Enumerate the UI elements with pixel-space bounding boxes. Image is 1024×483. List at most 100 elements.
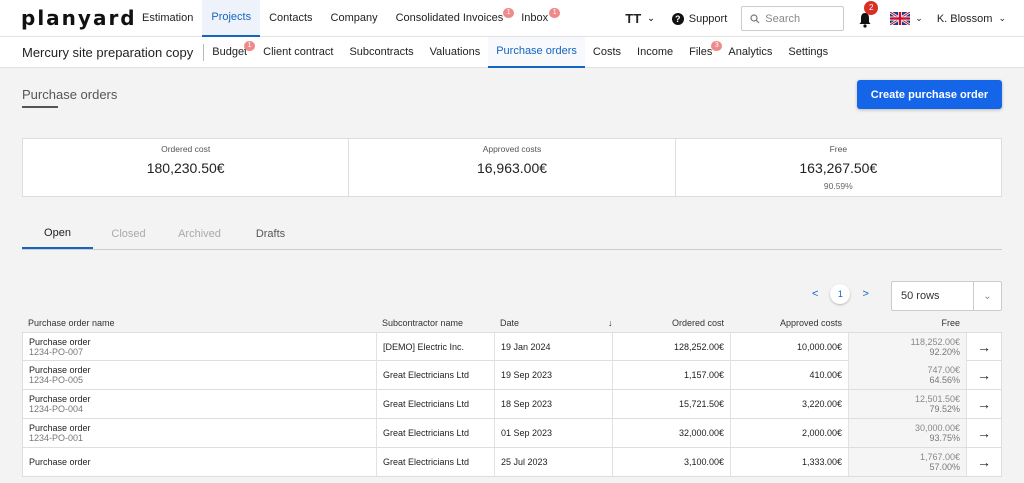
support-link[interactable]: ? Support xyxy=(671,12,728,25)
nav-label: Estimation xyxy=(142,12,194,24)
pagination: < 1 > xyxy=(812,284,869,304)
cell-date: 25 Jul 2023 xyxy=(495,448,613,476)
nav-company[interactable]: Company xyxy=(322,0,387,37)
cell-ordered: 128,252.00€ xyxy=(613,333,731,361)
po-code: 1234-PO-007 xyxy=(29,347,84,357)
free-percent: 79.52% xyxy=(929,404,960,414)
nav-estimation[interactable]: Estimation xyxy=(133,0,202,37)
col-ordered[interactable]: Ordered cost xyxy=(612,318,724,328)
free-percent: 93.75% xyxy=(929,433,960,443)
tab-open[interactable]: Open xyxy=(22,218,93,249)
cell-ordered: 3,100.00€ xyxy=(613,448,731,476)
col-free[interactable]: Free xyxy=(848,318,960,328)
prev-page-button[interactable]: < xyxy=(812,288,818,300)
po-name: Purchase order xyxy=(29,457,91,467)
summary-panel: Ordered cost 180,230.50€ Approved costs … xyxy=(22,138,1002,197)
tab-archived[interactable]: Archived xyxy=(164,218,235,249)
summary-approved: Approved costs 16,963.00€ xyxy=(349,139,676,196)
arrow-right-icon[interactable]: → xyxy=(967,333,1001,361)
next-page-button[interactable]: > xyxy=(862,288,868,300)
tab-analytics[interactable]: Analytics xyxy=(720,37,780,68)
title-underline xyxy=(22,106,58,108)
table-row[interactable]: Purchase order 1234-PO-005 Great Electric… xyxy=(22,361,1002,390)
nav-label: Consolidated Invoices xyxy=(395,12,504,24)
free-percent: 92.20% xyxy=(929,347,960,357)
table-body: Purchase order 1234-PO-007 [DEMO] Electri… xyxy=(22,332,1002,477)
search-input[interactable]: Search xyxy=(741,6,845,31)
cell-ordered: 32,000.00€ xyxy=(613,419,731,447)
col-approved[interactable]: Approved costs xyxy=(730,318,842,328)
cell-subcontractor: Great Electricians Ltd xyxy=(377,390,495,418)
chevron-down-icon: ⌄ xyxy=(998,13,1006,23)
tab-drafts[interactable]: Drafts xyxy=(235,218,306,249)
arrow-right-icon[interactable]: → xyxy=(967,448,1001,476)
chevron-down-icon: ⌄ xyxy=(973,282,1001,310)
po-name: Purchase order xyxy=(29,394,91,404)
rows-per-page-select[interactable]: 50 rows ⌄ xyxy=(891,281,1002,311)
chevron-down-icon: ⌄ xyxy=(647,13,655,23)
top-right-tools: TT ⌄ ? Support Search 2 ⌄ K. Blossom ⌄ xyxy=(625,0,1024,37)
tab-label: Income xyxy=(637,46,674,58)
cell-date: 01 Sep 2023 xyxy=(495,419,613,447)
arrow-right-icon[interactable]: → xyxy=(967,361,1001,389)
table-row[interactable]: Purchase order 1234-PO-001 Great Electric… xyxy=(22,419,1002,448)
cell-approved: 2,000.00€ xyxy=(731,419,849,447)
tab-client-contract[interactable]: Client contract xyxy=(255,37,341,68)
project-name[interactable]: Mercury site preparation copy xyxy=(22,43,205,61)
tab-valuations[interactable]: Valuations xyxy=(422,37,489,68)
summary-percent: 90.59% xyxy=(823,181,853,191)
notification-count: 2 xyxy=(864,0,879,15)
nav-contacts[interactable]: Contacts xyxy=(260,0,321,37)
cell-name: Purchase order 1234-PO-004 xyxy=(23,390,377,418)
cell-name: Purchase order 1234-PO-007 xyxy=(23,333,377,361)
tab-purchase-orders[interactable]: Purchase orders xyxy=(488,36,585,68)
table-row[interactable]: Purchase order Great Electricians Ltd 25… xyxy=(22,448,1002,477)
tab-subcontracts[interactable]: Subcontracts xyxy=(341,37,421,68)
summary-label: Free xyxy=(829,144,848,154)
nav-inbox[interactable]: Inbox 1 xyxy=(512,0,561,37)
cell-free: 1,767.00€ 57.00% xyxy=(849,448,967,476)
arrow-right-icon[interactable]: → xyxy=(967,419,1001,447)
text-size-menu[interactable]: TT ⌄ xyxy=(625,11,654,26)
tab-label: Client contract xyxy=(263,46,334,58)
cell-name: Purchase order 1234-PO-001 xyxy=(23,419,377,447)
page-number-button[interactable]: 1 xyxy=(830,284,851,304)
uk-flag-icon[interactable] xyxy=(890,12,911,25)
chevron-down-icon[interactable]: ⌄ xyxy=(915,13,923,24)
count-badge: 1 xyxy=(549,7,561,18)
arrow-right-icon[interactable]: → xyxy=(967,390,1001,418)
tab-budget[interactable]: Budget 1 xyxy=(204,37,256,68)
col-subcontractor[interactable]: Subcontractor name xyxy=(382,318,463,328)
tab-label: Budget xyxy=(212,46,248,58)
table-header: Purchase order name Subcontractor name D… xyxy=(22,314,1002,332)
cell-free: 30,000.00€ 93.75% xyxy=(849,419,967,447)
help-icon: ? xyxy=(671,12,684,25)
cell-approved: 3,220.00€ xyxy=(731,390,849,418)
nav-label: Company xyxy=(330,12,378,24)
nav-projects[interactable]: Projects xyxy=(202,0,261,37)
tab-label: Subcontracts xyxy=(349,46,414,58)
col-name[interactable]: Purchase order name xyxy=(28,318,115,328)
table-row[interactable]: Purchase order 1234-PO-004 Great Electric… xyxy=(22,390,1002,419)
tab-costs[interactable]: Costs xyxy=(585,37,629,68)
app-logo[interactable]: planyard xyxy=(21,6,135,30)
notifications-button[interactable]: 2 xyxy=(858,0,879,28)
page-title: Purchase orders xyxy=(22,87,118,102)
tab-label: Purchase orders xyxy=(496,45,577,57)
cell-name: Purchase order 1234-PO-005 xyxy=(23,361,377,389)
nav-consolidated-invoices[interactable]: Consolidated Invoices 1 xyxy=(387,0,515,37)
tab-closed[interactable]: Closed xyxy=(93,218,164,249)
tab-files[interactable]: Files 3 xyxy=(681,37,723,68)
cell-approved: 10,000.00€ xyxy=(731,333,849,361)
summary-value: 16,963.00€ xyxy=(476,160,548,176)
col-date[interactable]: Date xyxy=(500,318,519,328)
summary-ordered: Ordered cost 180,230.50€ xyxy=(23,139,350,196)
user-menu[interactable]: K. Blossom ⌄ xyxy=(937,13,1006,25)
support-label: Support xyxy=(688,12,728,25)
nav-label: Contacts xyxy=(269,12,313,24)
create-purchase-order-button[interactable]: Create purchase order xyxy=(857,80,1002,109)
cell-date: 19 Sep 2023 xyxy=(495,361,613,389)
tab-income[interactable]: Income xyxy=(629,37,681,68)
table-row[interactable]: Purchase order 1234-PO-007 [DEMO] Electri… xyxy=(22,332,1002,361)
tab-settings[interactable]: Settings xyxy=(780,37,836,68)
